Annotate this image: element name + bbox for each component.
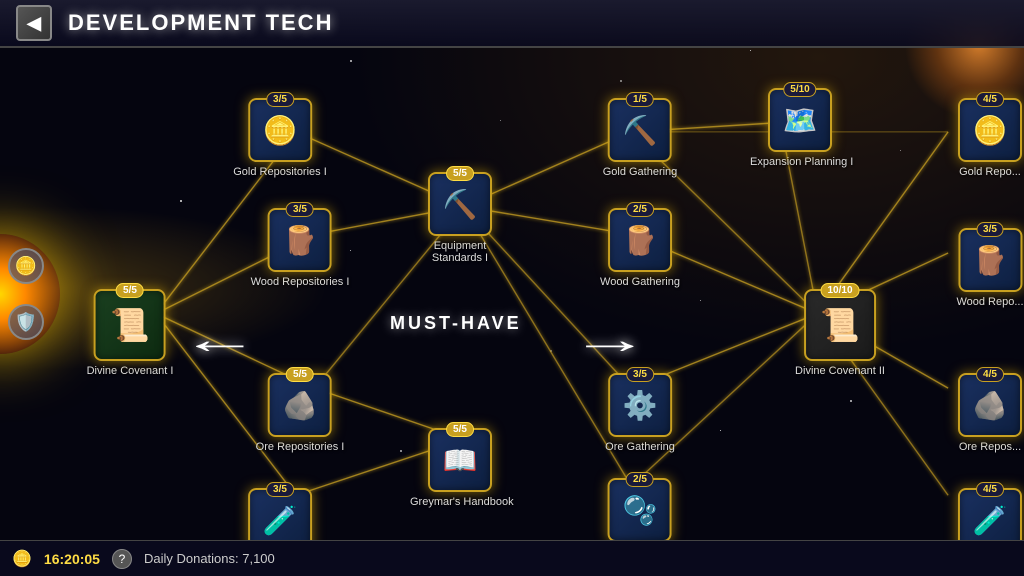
node-label: Gold Gathering bbox=[603, 166, 678, 178]
main-area: MUST-HAVE ← → 3/5 🪙 Gold Repositories I … bbox=[0, 48, 1024, 540]
node-expansion-planning-1[interactable]: 5/10 🗺️ Expansion Planning I bbox=[750, 88, 850, 168]
sidebar-left: 🪙 🛡️ bbox=[8, 48, 48, 540]
node-label: Divine Covenant I bbox=[87, 365, 174, 377]
must-have-label: MUST-HAVE bbox=[390, 313, 522, 334]
node-label: Wood Repositories I bbox=[251, 276, 350, 288]
arrow-left: ← bbox=[180, 318, 260, 363]
node-gold-repo-2[interactable]: 4/5 🪙 Gold Repo... bbox=[958, 98, 1022, 178]
footer-time: 16:20:05 bbox=[44, 551, 100, 567]
node-wood-gathering[interactable]: 2/5 🪵 Wood Gathering bbox=[600, 208, 680, 288]
node-badge: 4/5 bbox=[976, 482, 1004, 497]
node-label: EquipmentStandards I bbox=[432, 240, 488, 264]
node-divine-covenant-1[interactable]: 5/5 📜 Divine Covenant I bbox=[87, 289, 174, 377]
node-wood-repo-2[interactable]: 3/5 🪵 Wood Repo... bbox=[956, 228, 1023, 308]
node-badge: 5/5 bbox=[116, 283, 144, 298]
node-mana-repo-2[interactable]: 4/5 🧪 Mana Repo... bbox=[957, 488, 1023, 540]
node-badge: 10/10 bbox=[820, 283, 859, 298]
node-label: Greymar's Handbook bbox=[410, 496, 510, 508]
node-label: Wood Repo... bbox=[956, 296, 1023, 308]
node-badge: 3/5 bbox=[266, 482, 294, 497]
node-mana-gathering[interactable]: 2/5 🫧 Mana Gathering bbox=[601, 478, 680, 540]
node-badge: 3/5 bbox=[976, 222, 1004, 237]
node-equipment-std-1[interactable]: 5/5 ⛏️ EquipmentStandards I bbox=[428, 172, 492, 264]
node-divine-covenant-2[interactable]: 10/10 📜 Divine Covenant II bbox=[795, 289, 885, 377]
node-badge: 5/5 bbox=[446, 422, 474, 437]
node-badge: 5/10 bbox=[783, 82, 816, 97]
node-badge: 4/5 bbox=[976, 367, 1004, 382]
node-ore-repo-1[interactable]: 5/5 🪨 Ore Repositories I bbox=[256, 373, 345, 453]
sidebar-icon-shield[interactable]: 🛡️ bbox=[8, 304, 44, 340]
node-badge: 2/5 bbox=[626, 472, 654, 487]
node-greymars-handbook[interactable]: 5/5 📖 Greymar's Handbook bbox=[410, 428, 510, 508]
node-badge: 2/5 bbox=[626, 202, 654, 217]
node-gold-repo-1[interactable]: 3/5 🪙 Gold Repositories I bbox=[233, 98, 327, 178]
footer-help-button[interactable]: ? bbox=[112, 549, 132, 569]
node-badge: 3/5 bbox=[286, 202, 314, 217]
node-label: Ore Repos... bbox=[959, 441, 1021, 453]
node-label: Gold Repo... bbox=[959, 166, 1021, 178]
node-mana-repo-1[interactable]: 3/5 🧪 Mana Repositories I bbox=[231, 488, 329, 540]
node-label: Gold Repositories I bbox=[233, 166, 327, 178]
arrow-right: → bbox=[570, 318, 650, 363]
header: ◀ DEVELOPMENT TECH bbox=[0, 0, 1024, 48]
node-badge: 3/5 bbox=[626, 367, 654, 382]
back-button[interactable]: ◀ bbox=[16, 5, 52, 41]
node-gold-gathering[interactable]: 1/5 ⛏️ Gold Gathering bbox=[603, 98, 678, 178]
node-label: Expansion Planning I bbox=[750, 156, 850, 168]
node-ore-repo-2[interactable]: 4/5 🪨 Ore Repos... bbox=[958, 373, 1022, 453]
node-badge: 1/5 bbox=[626, 92, 654, 107]
node-label: Wood Gathering bbox=[600, 276, 680, 288]
node-badge: 5/5 bbox=[446, 166, 474, 181]
node-badge: 5/5 bbox=[286, 367, 314, 382]
footer-donations: Daily Donations: 7,100 bbox=[144, 551, 275, 566]
page-title: DEVELOPMENT TECH bbox=[68, 10, 333, 36]
node-badge: 3/5 bbox=[266, 92, 294, 107]
footer: 🪙 16:20:05 ? Daily Donations: 7,100 bbox=[0, 540, 1024, 576]
node-wood-repo-1[interactable]: 3/5 🪵 Wood Repositories I bbox=[251, 208, 350, 288]
node-label: Ore Repositories I bbox=[256, 441, 345, 453]
node-label: Divine Covenant II bbox=[795, 365, 885, 377]
sidebar-icon-coin[interactable]: 🪙 bbox=[8, 248, 44, 284]
node-ore-gathering[interactable]: 3/5 ⚙️ Ore Gathering bbox=[605, 373, 675, 453]
footer-coin-icon: 🪙 bbox=[12, 549, 32, 569]
node-badge: 4/5 bbox=[976, 92, 1004, 107]
node-label: Ore Gathering bbox=[605, 441, 675, 453]
